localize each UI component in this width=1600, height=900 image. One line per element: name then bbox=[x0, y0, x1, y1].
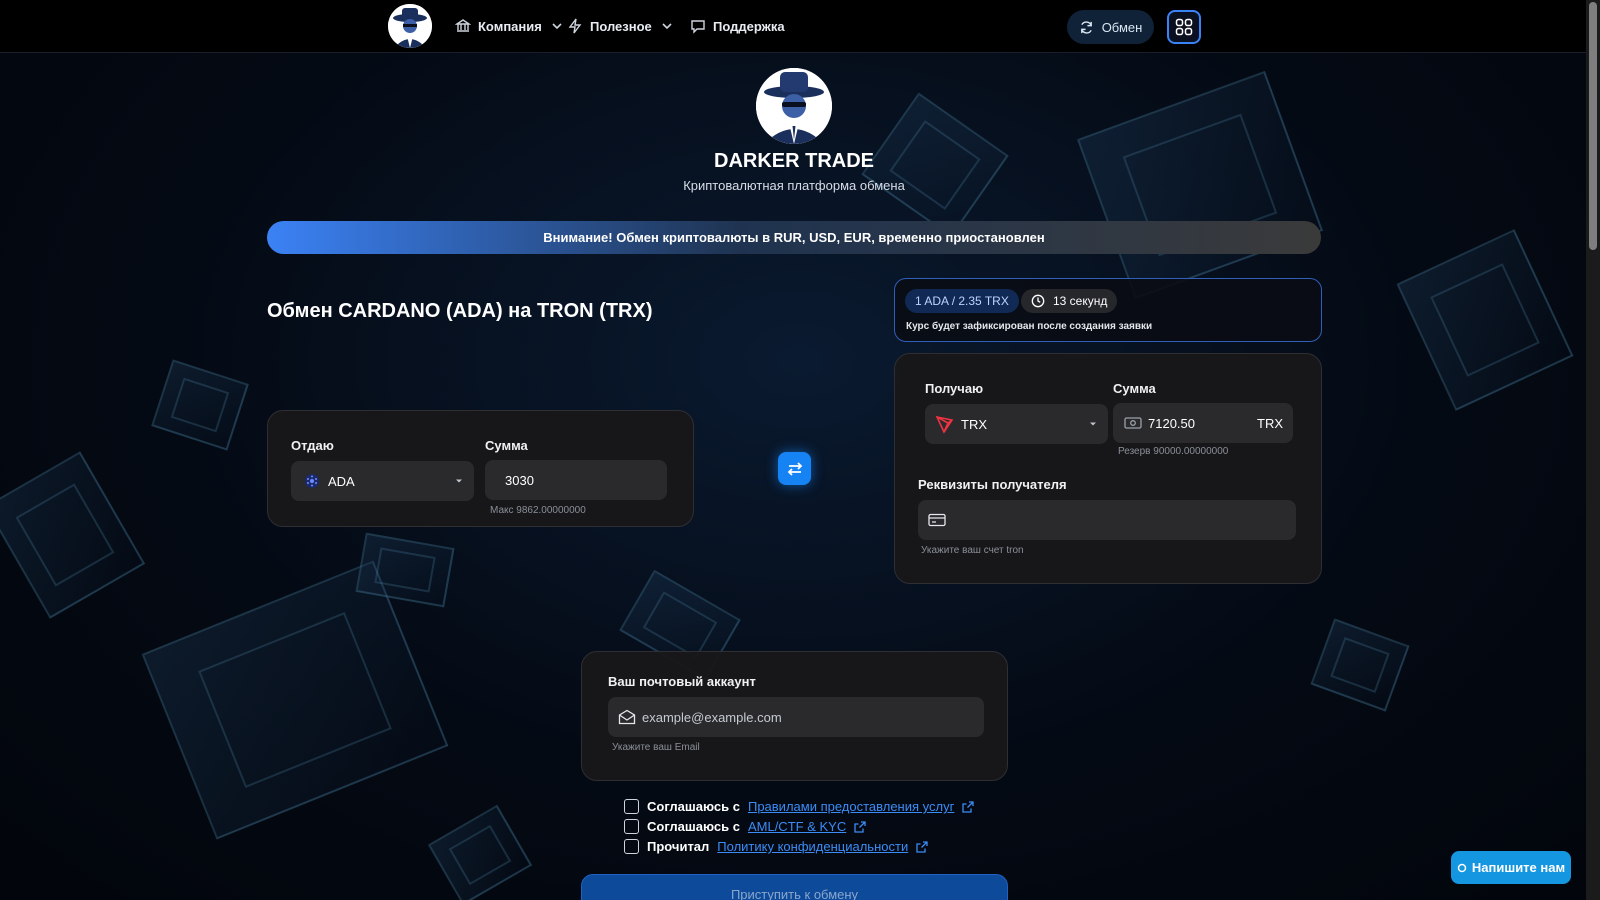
email-placeholder: example@example.com bbox=[642, 709, 782, 725]
get-amount-unit: TRX bbox=[1257, 415, 1283, 431]
recipient-label: Реквизиты получателя bbox=[918, 477, 1067, 492]
cardano-icon bbox=[305, 474, 319, 488]
external-link-icon bbox=[916, 840, 928, 853]
nav-support[interactable]: Поддержка bbox=[690, 16, 785, 36]
aml-checkbox[interactable] bbox=[624, 819, 639, 834]
timer-pill: 13 секунд bbox=[1021, 289, 1118, 313]
terms-checkbox[interactable] bbox=[624, 799, 639, 814]
nav-useful[interactable]: Полезное bbox=[567, 16, 675, 36]
logo[interactable] bbox=[388, 4, 432, 48]
exchange-title: Обмен CARDANO (ADA) на TRON (TRX) bbox=[267, 300, 653, 322]
agreement-prefix: Соглашаюсь с bbox=[647, 799, 740, 814]
chat-label: Напишите нам bbox=[1471, 860, 1566, 875]
recipient-hint: Укажите ваш счет tron bbox=[921, 545, 1024, 556]
notice-banner: Внимание! Обмен криптовалюты в RUR, USD,… bbox=[267, 221, 1321, 254]
exchange-nav-label: Обмен bbox=[1101, 19, 1143, 35]
submit-label: Приступить к обмену bbox=[730, 887, 859, 900]
submit-exchange-button[interactable]: Приступить к обмену bbox=[581, 874, 1008, 900]
agreement-terms: Соглашаюсь с Правилами предоставления ус… bbox=[624, 799, 974, 814]
brand-avatar bbox=[756, 68, 832, 144]
swap-button[interactable] bbox=[778, 452, 811, 485]
give-currency-select[interactable]: ADA bbox=[291, 461, 474, 501]
reserve-hint: Резерв 90000.00000000 bbox=[1118, 446, 1229, 457]
bank-icon bbox=[455, 19, 471, 32]
timer-value: 13 секунд bbox=[1053, 294, 1108, 308]
give-max-hint: Макс 9862.00000000 bbox=[490, 505, 586, 516]
tron-icon bbox=[935, 415, 954, 434]
give-amount-label: Сумма bbox=[485, 438, 528, 453]
caret-down-icon bbox=[1090, 422, 1096, 426]
nav-useful-label: Полезное bbox=[590, 18, 652, 34]
top-navbar: Компания Полезное Поддержка Обмен bbox=[0, 0, 1586, 53]
give-label: Отдаю bbox=[291, 438, 334, 453]
get-label: Получаю bbox=[925, 381, 984, 396]
envelope-icon bbox=[618, 709, 636, 725]
banknote-icon bbox=[1124, 417, 1142, 429]
give-card: Отдаю ADA Сумма 3030 Макс 9862.00000000 bbox=[267, 410, 694, 527]
circle-icon bbox=[1457, 863, 1467, 872]
rate-card: 1 ADA / 2.35 TRX 13 секунд Курс будет за… bbox=[894, 278, 1322, 342]
caret-down-icon bbox=[456, 479, 462, 483]
apps-menu-button[interactable] bbox=[1167, 10, 1201, 44]
terms-link[interactable]: Правилами предоставления услуг bbox=[748, 799, 954, 814]
exchange-nav-button[interactable]: Обмен bbox=[1067, 10, 1154, 44]
email-card: Ваш почтовый аккаунт example@example.com… bbox=[581, 651, 1008, 781]
get-currency-select[interactable]: TRX bbox=[925, 404, 1108, 444]
notice-text: Внимание! Обмен криптовалюты в RUR, USD,… bbox=[543, 230, 1045, 245]
lightning-icon bbox=[568, 18, 582, 34]
chat-button[interactable]: Напишите нам bbox=[1451, 851, 1571, 884]
get-amount-value: 7120.50 bbox=[1148, 415, 1195, 431]
email-hint: Укажите ваш Email bbox=[612, 742, 700, 753]
email-input[interactable]: example@example.com bbox=[608, 697, 984, 737]
recipient-input[interactable] bbox=[918, 500, 1296, 540]
nav-company[interactable]: Компания bbox=[455, 16, 565, 36]
external-link-icon bbox=[854, 820, 866, 833]
get-card: Получаю TRX Сумма 7120.50 TRX Резерв 900… bbox=[894, 353, 1322, 584]
clock-icon bbox=[1031, 294, 1045, 308]
nav-support-label: Поддержка bbox=[713, 18, 785, 34]
rate-pill: 1 ADA / 2.35 TRX bbox=[905, 289, 1019, 313]
agreement-aml: Соглашаюсь с AML/CTF & KYC bbox=[624, 819, 866, 834]
chat-icon bbox=[691, 20, 705, 34]
agreement-prefix: Прочитал bbox=[647, 839, 710, 854]
scrollbar[interactable] bbox=[1586, 0, 1600, 900]
give-currency-value: ADA bbox=[328, 473, 355, 489]
privacy-link[interactable]: Политику конфиденциальности bbox=[717, 839, 908, 854]
email-label: Ваш почтовый аккаунт bbox=[608, 674, 756, 689]
scrollbar-thumb[interactable] bbox=[1589, 2, 1597, 250]
card-icon bbox=[928, 513, 946, 527]
chevron-down-icon bbox=[662, 23, 672, 30]
nav-company-label: Компания bbox=[478, 18, 542, 34]
get-amount-label: Сумма bbox=[1113, 381, 1156, 396]
swap-arrows-icon bbox=[787, 461, 802, 476]
get-currency-value: TRX bbox=[961, 416, 987, 432]
brand-tagline: Криптовалютная платформа обмена bbox=[683, 178, 905, 193]
rate-note: Курс будет зафиксирован после создания з… bbox=[906, 321, 1153, 332]
get-amount-field: 7120.50 TRX bbox=[1113, 403, 1293, 443]
aml-link[interactable]: AML/CTF & KYC bbox=[748, 819, 846, 834]
chevron-down-icon bbox=[552, 23, 562, 30]
grid-icon bbox=[1175, 18, 1193, 36]
brand-name: DARKER TRADE bbox=[714, 150, 874, 172]
give-amount-input[interactable]: 3030 bbox=[485, 460, 667, 500]
refresh-icon bbox=[1080, 20, 1092, 34]
agreement-privacy: Прочитал Политику конфиденциальности bbox=[624, 839, 928, 854]
agreement-prefix: Соглашаюсь с bbox=[647, 819, 740, 834]
privacy-checkbox[interactable] bbox=[624, 839, 639, 854]
rate-value: 1 ADA / 2.35 TRX bbox=[915, 294, 1009, 308]
external-link-icon bbox=[962, 800, 974, 813]
